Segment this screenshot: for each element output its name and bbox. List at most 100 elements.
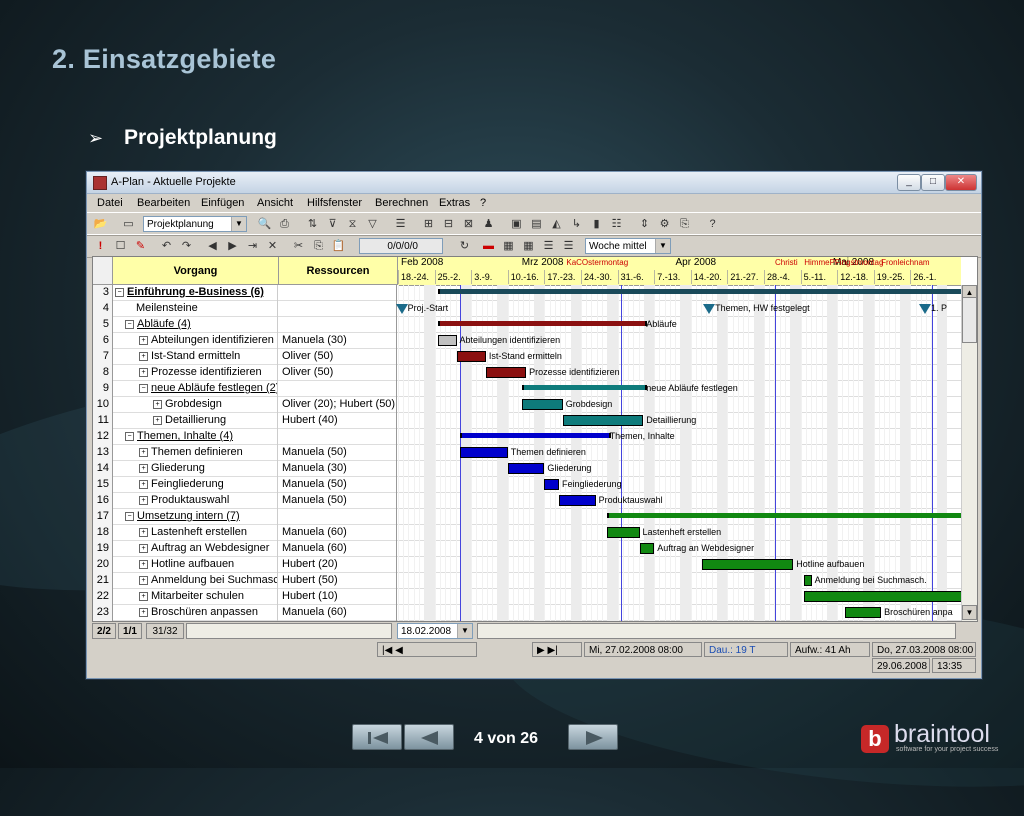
kw-icon[interactable]: ▦ xyxy=(501,239,516,253)
task-cell[interactable]: + Mitarbeiter schulen xyxy=(113,589,278,605)
resource-cell[interactable]: Manuela (60) xyxy=(279,605,397,621)
expand-icon[interactable]: + xyxy=(139,367,148,377)
task-cell[interactable]: + Grobdesign xyxy=(113,397,278,413)
task-cell[interactable]: − Einführung e-Business (6) xyxy=(113,285,278,301)
nav-last-icon[interactable]: ▶ ▶| xyxy=(532,642,582,657)
menu-hilfsfenster[interactable]: Hilfsfenster xyxy=(307,197,362,209)
print-icon[interactable]: ⎙ xyxy=(277,217,292,231)
link-icon[interactable]: ↳ xyxy=(569,217,584,231)
menu-berechnen[interactable]: Berechnen xyxy=(375,197,428,209)
task-bar[interactable] xyxy=(522,399,563,410)
resource-cell[interactable]: Manuela (30) xyxy=(279,333,397,349)
task-bar[interactable] xyxy=(606,527,640,538)
remove-icon[interactable]: ▬ xyxy=(481,239,496,253)
resource-cell[interactable] xyxy=(279,509,397,525)
report-icon[interactable]: ⎘ xyxy=(677,217,692,231)
column-header-task[interactable]: Vorgang xyxy=(113,257,279,285)
task-bar[interactable] xyxy=(639,543,655,554)
expand-icon[interactable]: + xyxy=(139,591,148,601)
scroll-down-icon[interactable]: ▼ xyxy=(962,605,977,620)
summary-bar[interactable] xyxy=(438,289,970,294)
expand-icon[interactable]: + xyxy=(139,607,148,617)
task-cell[interactable]: − Abläufe (4) xyxy=(113,317,278,333)
resource-cell[interactable]: Hubert (10) xyxy=(279,589,397,605)
resource-cell[interactable]: Manuela (30) xyxy=(279,461,397,477)
expand-icon[interactable]: + xyxy=(139,479,148,489)
summary-bar[interactable] xyxy=(438,321,648,326)
task-bar[interactable] xyxy=(460,447,508,458)
filter-edit-icon[interactable]: ⊽ xyxy=(325,217,340,231)
resource-cell[interactable]: Manuela (50) xyxy=(279,477,397,493)
task-bar[interactable] xyxy=(544,479,560,490)
open-folder-icon[interactable]: 📂 xyxy=(93,217,108,231)
task-cell[interactable]: + Produktauswahl xyxy=(113,493,278,509)
menu-datei[interactable]: Datei xyxy=(97,197,123,209)
print-preview-icon[interactable]: 🔍 xyxy=(257,217,272,231)
refresh-icon[interactable]: ↻ xyxy=(457,239,472,253)
task-cell[interactable]: − neue Abläufe festlegen (2) xyxy=(113,381,278,397)
resource-cell[interactable] xyxy=(279,301,397,317)
column-header-resources[interactable]: Ressourcen xyxy=(279,257,398,285)
collapse-icon[interactable]: − xyxy=(139,383,148,393)
fill-icon[interactable]: ◭ xyxy=(549,217,564,231)
level-indicator[interactable]: 2/2 xyxy=(92,623,116,639)
paste-icon[interactable]: 📋 xyxy=(331,239,346,253)
task-bar[interactable] xyxy=(507,463,545,474)
horizontal-scrollbar-left[interactable] xyxy=(186,623,392,639)
task-cell[interactable]: − Umsetzung intern (7) xyxy=(113,509,278,525)
checkbox-icon[interactable]: ☐ xyxy=(113,239,128,253)
maximize-button[interactable]: □ xyxy=(921,174,945,191)
task-cell[interactable]: Meilensteine xyxy=(113,301,278,317)
task-cell[interactable]: + Lastenheft erstellen xyxy=(113,525,278,541)
minimize-button[interactable]: _ xyxy=(897,174,921,191)
split-icon[interactable]: ⇕ xyxy=(637,217,652,231)
indent-icon[interactable]: ⇥ xyxy=(245,239,260,253)
task-cell[interactable]: + Broschüren anpassen xyxy=(113,605,278,621)
task-bar[interactable] xyxy=(456,351,486,362)
filter-icon[interactable]: ▽ xyxy=(365,217,380,231)
summary-bar[interactable] xyxy=(606,513,970,518)
task-bar[interactable] xyxy=(562,415,644,426)
gantt-body[interactable]: Abläufe neue Abläufe festlegen Themen, Inh… xyxy=(395,285,970,621)
window-titlebar[interactable]: A-Plan - Aktuelle Projekte _ □ ✕ xyxy=(87,172,981,194)
resource-cell[interactable]: Oliver (20); Hubert (50) xyxy=(279,397,397,413)
view-icon[interactable]: ▭ xyxy=(121,217,136,231)
task-bar[interactable] xyxy=(485,367,527,378)
resource-cell[interactable]: Hubert (40) xyxy=(279,413,397,429)
task-bar[interactable] xyxy=(701,559,794,570)
task-cell[interactable]: + Hotline aufbauen xyxy=(113,557,278,573)
collapse-icon[interactable]: − xyxy=(115,287,124,297)
list-icon[interactable]: ☰ xyxy=(541,239,556,253)
task-cell[interactable]: + Gliederung xyxy=(113,461,278,477)
expand-icon[interactable]: + xyxy=(139,575,148,585)
resource-cell[interactable]: Manuela (50) xyxy=(279,445,397,461)
menu-extras[interactable]: Extras xyxy=(439,197,470,209)
page-indicator[interactable]: 1/1 xyxy=(118,623,142,639)
insert-subtask-icon[interactable]: ⊟ xyxy=(441,217,456,231)
cancel-icon[interactable]: ✕ xyxy=(265,239,280,253)
task-cell[interactable]: + Detaillierung xyxy=(113,413,278,429)
expand-icon[interactable]: + xyxy=(139,495,148,505)
arrow-right-icon[interactable]: ▶ xyxy=(225,239,240,253)
collapse-icon[interactable]: − xyxy=(125,431,134,441)
summary-bar[interactable] xyxy=(522,385,648,390)
menu-ansicht[interactable]: Ansicht xyxy=(257,197,293,209)
gantt-icon[interactable]: ☰ xyxy=(393,217,408,231)
horizontal-scrollbar-right[interactable] xyxy=(477,623,956,639)
view-select[interactable]: Projektplanung ▼ xyxy=(143,216,247,232)
redo-icon[interactable]: ↷ xyxy=(179,239,194,253)
task-cell[interactable]: + Prozesse identifizieren xyxy=(113,365,278,381)
first-slide-button[interactable] xyxy=(352,724,402,750)
collapse-icon[interactable]: − xyxy=(125,511,134,521)
task-cell[interactable]: − Themen, Inhalte (4) xyxy=(113,429,278,445)
vertical-scrollbar[interactable]: ▲ ▼ xyxy=(961,285,977,621)
resource-cell[interactable] xyxy=(279,429,397,445)
previous-slide-button[interactable] xyxy=(404,724,454,750)
arrow-left-icon[interactable]: ◀ xyxy=(205,239,220,253)
menu-bearbeiten[interactable]: Bearbeiten xyxy=(137,197,190,209)
task-cell[interactable]: + Anmeldung bei Suchmasc xyxy=(113,573,278,589)
task-bar[interactable] xyxy=(438,335,457,346)
task-cell[interactable]: + Abteilungen identifizieren xyxy=(113,333,278,349)
delete-icon[interactable]: ▮ xyxy=(589,217,604,231)
zoom-select[interactable]: Woche mittel ▼ xyxy=(585,238,671,254)
